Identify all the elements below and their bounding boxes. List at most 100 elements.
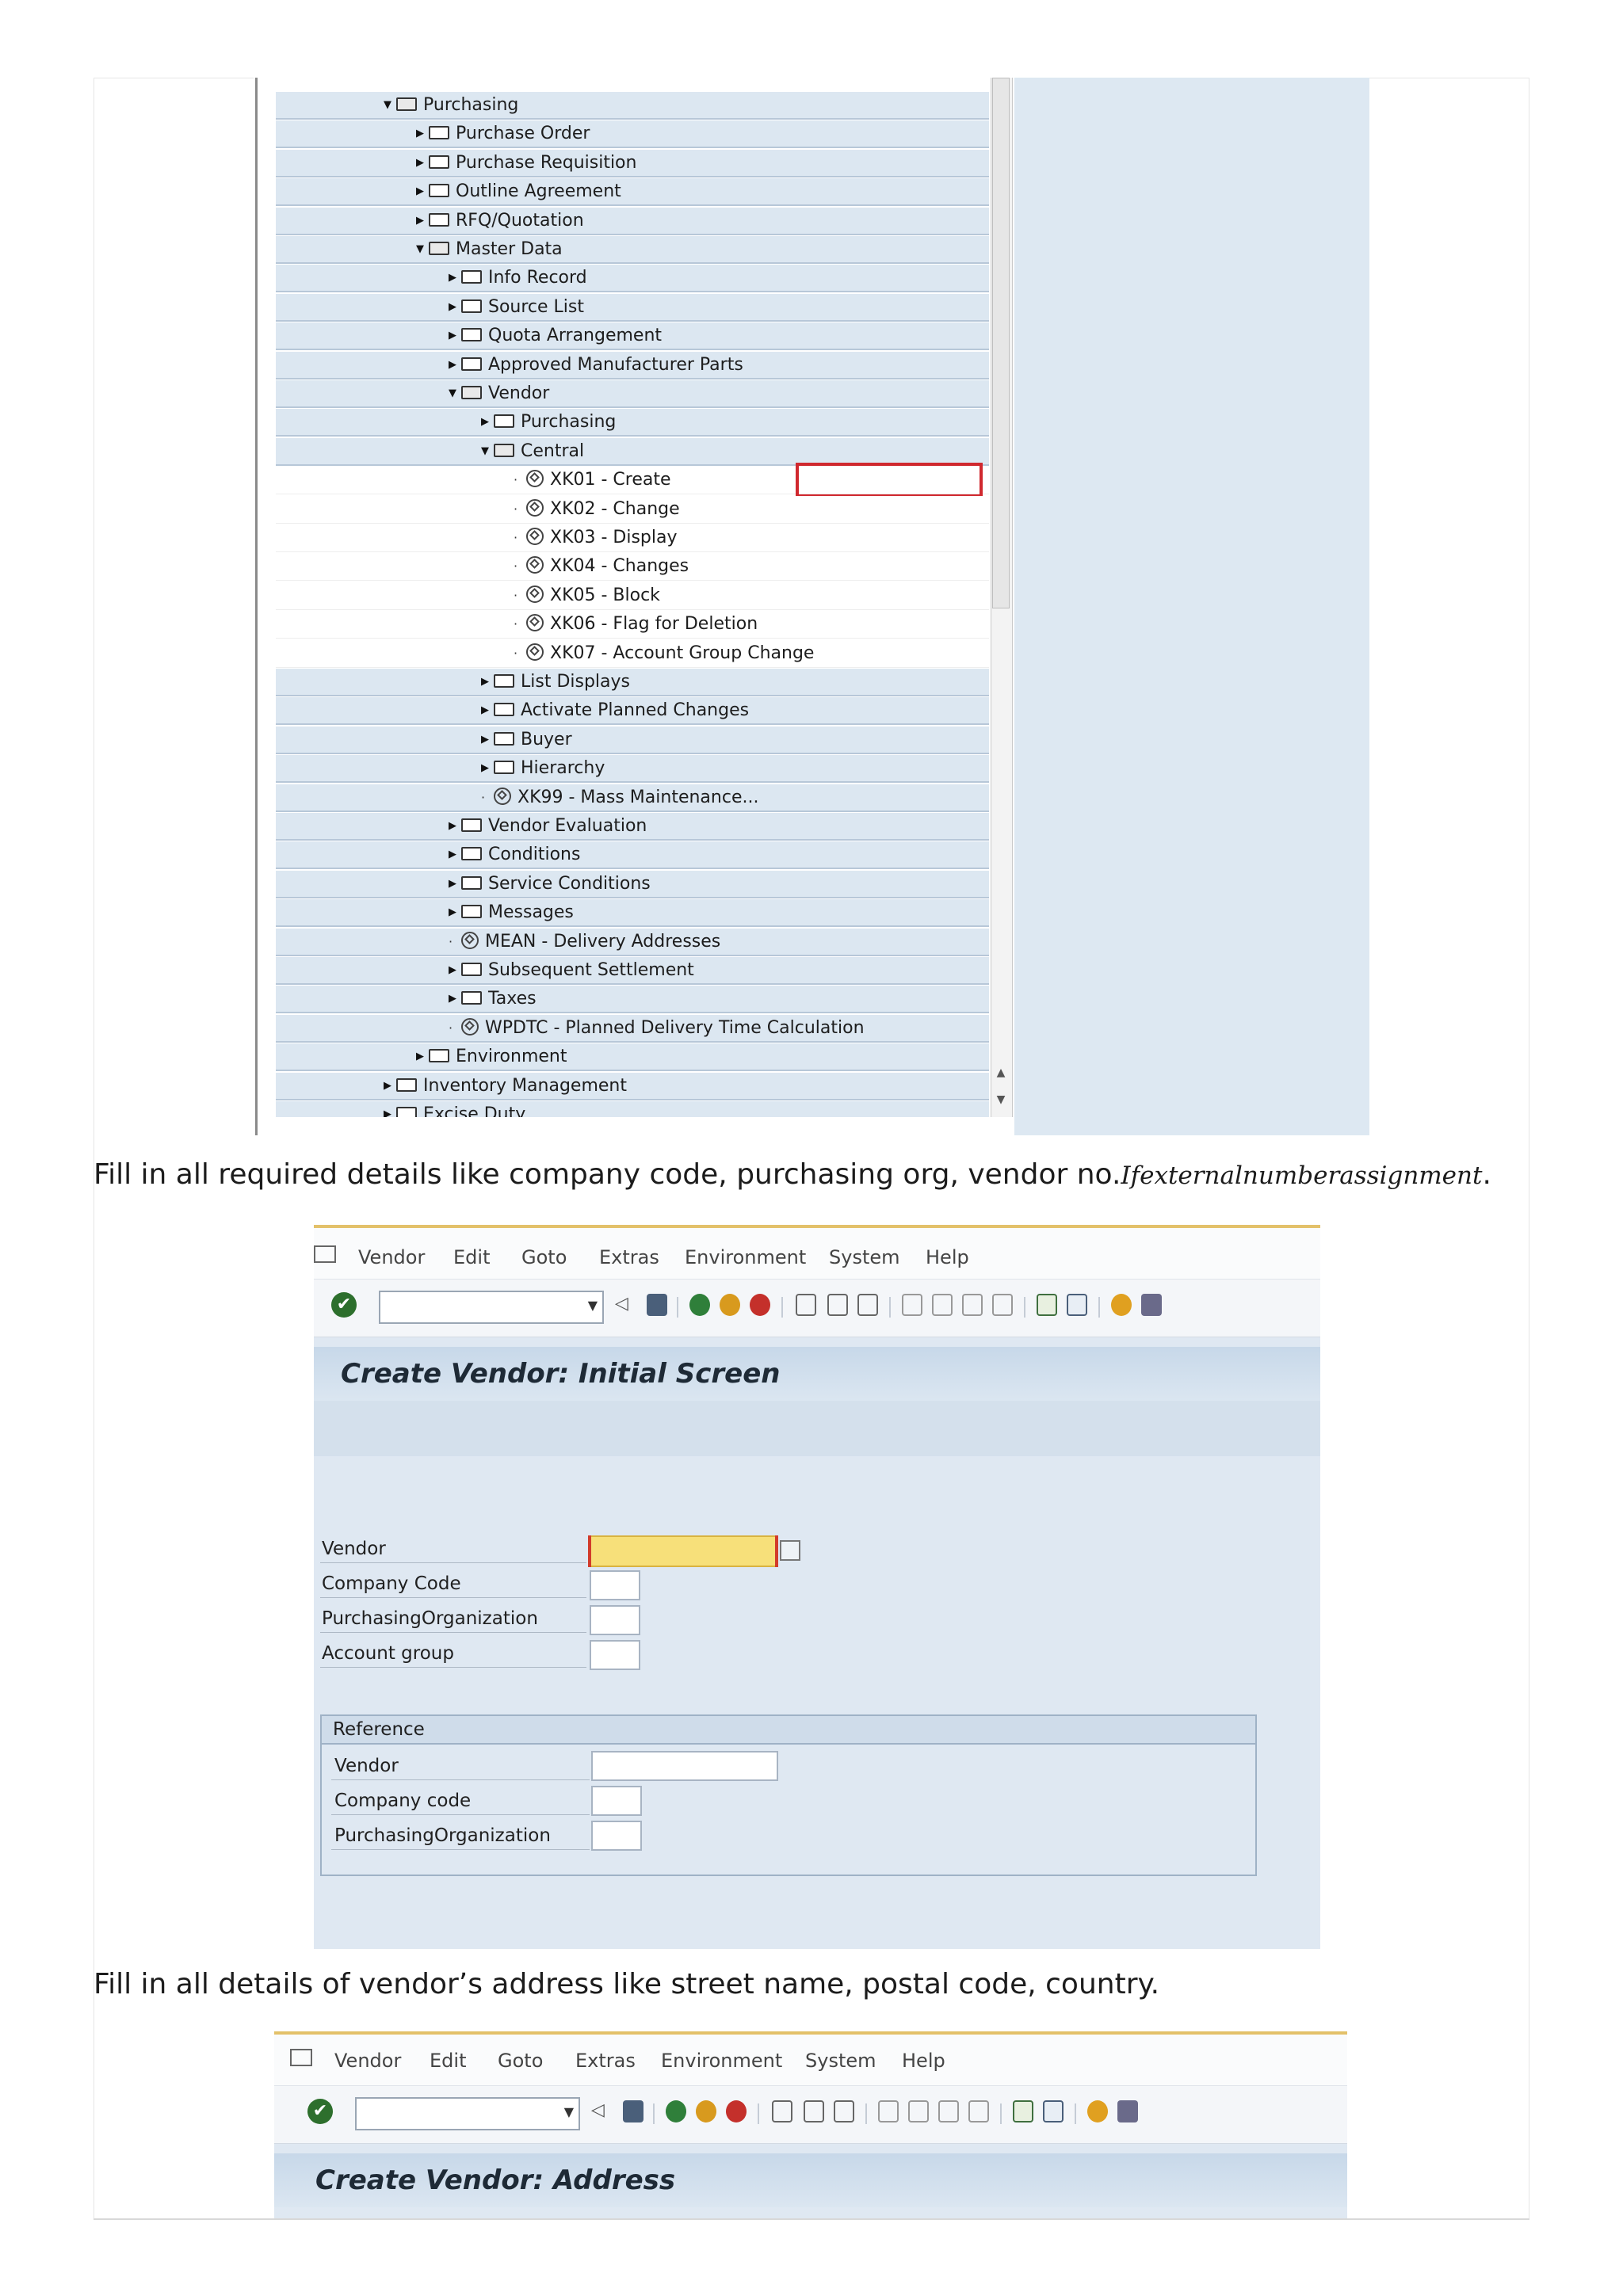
menu-system[interactable]: System <box>805 2049 876 2073</box>
menu-goto[interactable]: Goto <box>498 2049 543 2073</box>
collapsed-triangle-icon[interactable]: ▶ <box>384 1073 396 1100</box>
scroll-up-icon[interactable]: ▲ <box>992 1063 1010 1082</box>
tree-item[interactable]: ▶ List Displays <box>481 669 630 696</box>
window-menu-icon[interactable] <box>314 1245 336 1263</box>
back-icon[interactable] <box>666 2100 686 2122</box>
new-session-icon[interactable] <box>1037 1294 1057 1316</box>
menu-environment[interactable]: Environment <box>661 2049 782 2073</box>
tree-item[interactable]: · WPDTC - Planned Delivery Time Calculati… <box>449 1015 865 1042</box>
collapsed-triangle-icon[interactable]: ▶ <box>416 208 429 235</box>
tree-scrollbar-thumb[interactable] <box>992 78 1010 608</box>
collapsed-triangle-icon[interactable]: ▶ <box>481 409 494 436</box>
tree-item[interactable]: ▶ Conditions <box>449 841 580 868</box>
menu-edit[interactable]: Edit <box>453 1245 490 1269</box>
collapsed-triangle-icon[interactable]: ▶ <box>416 178 429 205</box>
back-arrow-icon[interactable]: ◁ <box>591 2100 612 2122</box>
ref-purchasing-org-input[interactable] <box>591 1821 642 1851</box>
collapsed-triangle-icon[interactable]: ▶ <box>449 841 461 868</box>
collapsed-triangle-icon[interactable]: ▶ <box>449 899 461 926</box>
bullet-icon[interactable]: · <box>514 582 526 609</box>
menu-goto[interactable]: Goto <box>521 1245 567 1269</box>
previous-page-icon[interactable] <box>932 1294 953 1316</box>
menu-help[interactable]: Help <box>902 2049 945 2073</box>
tree-item[interactable]: ▶ Buyer <box>481 727 572 753</box>
tree-item[interactable]: ▶ Taxes <box>449 986 537 1013</box>
first-page-icon[interactable] <box>902 1294 922 1316</box>
menu-edit[interactable]: Edit <box>430 2049 466 2073</box>
tree-item[interactable]: ▶ Environment <box>416 1043 567 1070</box>
tree-item[interactable]: ▶ Messages <box>449 899 574 926</box>
tree-item[interactable]: ▶ Service Conditions <box>449 871 651 898</box>
enter-check-icon[interactable]: ✔ <box>307 2099 333 2124</box>
bullet-icon[interactable]: · <box>449 1015 461 1042</box>
tree-item[interactable]: · XK02 - Change <box>514 496 680 523</box>
collapsed-triangle-icon[interactable]: ▶ <box>449 322 461 349</box>
tree-item[interactable]: · XK05 - Block <box>514 582 660 609</box>
find-next-icon[interactable] <box>834 2100 854 2122</box>
bullet-icon[interactable]: · <box>514 524 526 551</box>
tree-item[interactable]: ▶ Hierarchy <box>481 755 605 782</box>
bullet-icon[interactable]: · <box>514 611 526 638</box>
tree-item[interactable]: ▶ Source List <box>449 294 584 321</box>
help-icon[interactable] <box>1087 2100 1108 2122</box>
tree-item[interactable]: · XK07 - Account Group Change <box>514 640 814 667</box>
tree-item[interactable]: ▶ Activate Planned Changes <box>481 697 749 724</box>
cancel-icon[interactable] <box>750 1294 770 1316</box>
menu-help[interactable]: Help <box>926 1245 969 1269</box>
shortcut-icon[interactable] <box>1067 1294 1087 1316</box>
find-icon[interactable] <box>804 2100 824 2122</box>
window-menu-icon[interactable] <box>290 2049 312 2066</box>
tree-item[interactable]: · XK04 - Changes <box>514 553 689 580</box>
collapsed-triangle-icon[interactable]: ▶ <box>449 871 461 898</box>
menu-extras[interactable]: Extras <box>599 1245 659 1269</box>
scroll-down-icon[interactable]: ▼ <box>992 1090 1010 1109</box>
collapsed-triangle-icon[interactable]: ▶ <box>449 265 461 292</box>
back-icon[interactable] <box>689 1294 710 1316</box>
tree-item[interactable]: ▶ Quota Arrangement <box>449 322 662 349</box>
expanded-triangle-icon[interactable]: ▼ <box>449 380 461 407</box>
expanded-triangle-icon[interactable]: ▼ <box>481 438 494 465</box>
bullet-icon[interactable]: · <box>449 929 461 955</box>
collapsed-triangle-icon[interactable]: ▶ <box>449 957 461 984</box>
bullet-icon[interactable]: · <box>514 553 526 580</box>
last-page-icon[interactable] <box>968 2100 989 2122</box>
command-field[interactable]: ▼ <box>379 1291 604 1324</box>
vendor-input[interactable] <box>590 1535 777 1567</box>
tree-item[interactable]: ▼ Master Data <box>416 236 563 263</box>
help-icon[interactable] <box>1111 1294 1132 1316</box>
find-icon[interactable] <box>827 1294 848 1316</box>
tree-item[interactable]: ▶ Purchase Requisition <box>416 150 636 177</box>
chevron-down-icon[interactable]: ▼ <box>588 1298 598 1313</box>
tree-item[interactable]: ▶ Inventory Management <box>384 1073 627 1100</box>
menu-vendor[interactable]: Vendor <box>334 2049 401 2073</box>
ref-vendor-input[interactable] <box>591 1751 778 1781</box>
enter-check-icon[interactable]: ✔ <box>331 1292 357 1318</box>
bullet-icon[interactable]: · <box>514 496 526 523</box>
value-help-icon[interactable] <box>780 1540 800 1561</box>
command-field[interactable]: ▼ <box>355 2097 580 2130</box>
collapsed-triangle-icon[interactable]: ▶ <box>416 120 429 147</box>
save-icon[interactable] <box>623 2100 643 2122</box>
save-icon[interactable] <box>647 1294 667 1316</box>
next-page-icon[interactable] <box>938 2100 959 2122</box>
tree-item[interactable]: · XK01 - Create <box>514 467 671 494</box>
collapsed-triangle-icon[interactable]: ▶ <box>481 755 494 782</box>
layout-menu-icon[interactable] <box>1117 2100 1138 2122</box>
collapsed-triangle-icon[interactable]: ▶ <box>481 669 494 696</box>
exit-icon[interactable] <box>696 2100 716 2122</box>
chevron-down-icon[interactable]: ▼ <box>564 2104 574 2119</box>
previous-page-icon[interactable] <box>908 2100 929 2122</box>
collapsed-triangle-icon[interactable]: ▶ <box>416 150 429 177</box>
tree-item[interactable]: · XK99 - Mass Maintenance... <box>481 784 758 811</box>
tree-item[interactable]: ▶ Subsequent Settlement <box>449 957 694 984</box>
menu-extras[interactable]: Extras <box>575 2049 636 2073</box>
expanded-triangle-icon[interactable]: ▼ <box>384 92 396 119</box>
purchasing-org-input[interactable] <box>590 1605 640 1635</box>
collapsed-triangle-icon[interactable]: ▶ <box>384 1101 396 1117</box>
expanded-triangle-icon[interactable]: ▼ <box>416 236 429 263</box>
tree-item[interactable]: ▶ Purchase Order <box>416 120 590 147</box>
collapsed-triangle-icon[interactable]: ▶ <box>449 352 461 379</box>
tree-item[interactable]: · MEAN - Delivery Addresses <box>449 929 720 955</box>
collapsed-triangle-icon[interactable]: ▶ <box>449 986 461 1013</box>
collapsed-triangle-icon[interactable]: ▶ <box>481 727 494 753</box>
